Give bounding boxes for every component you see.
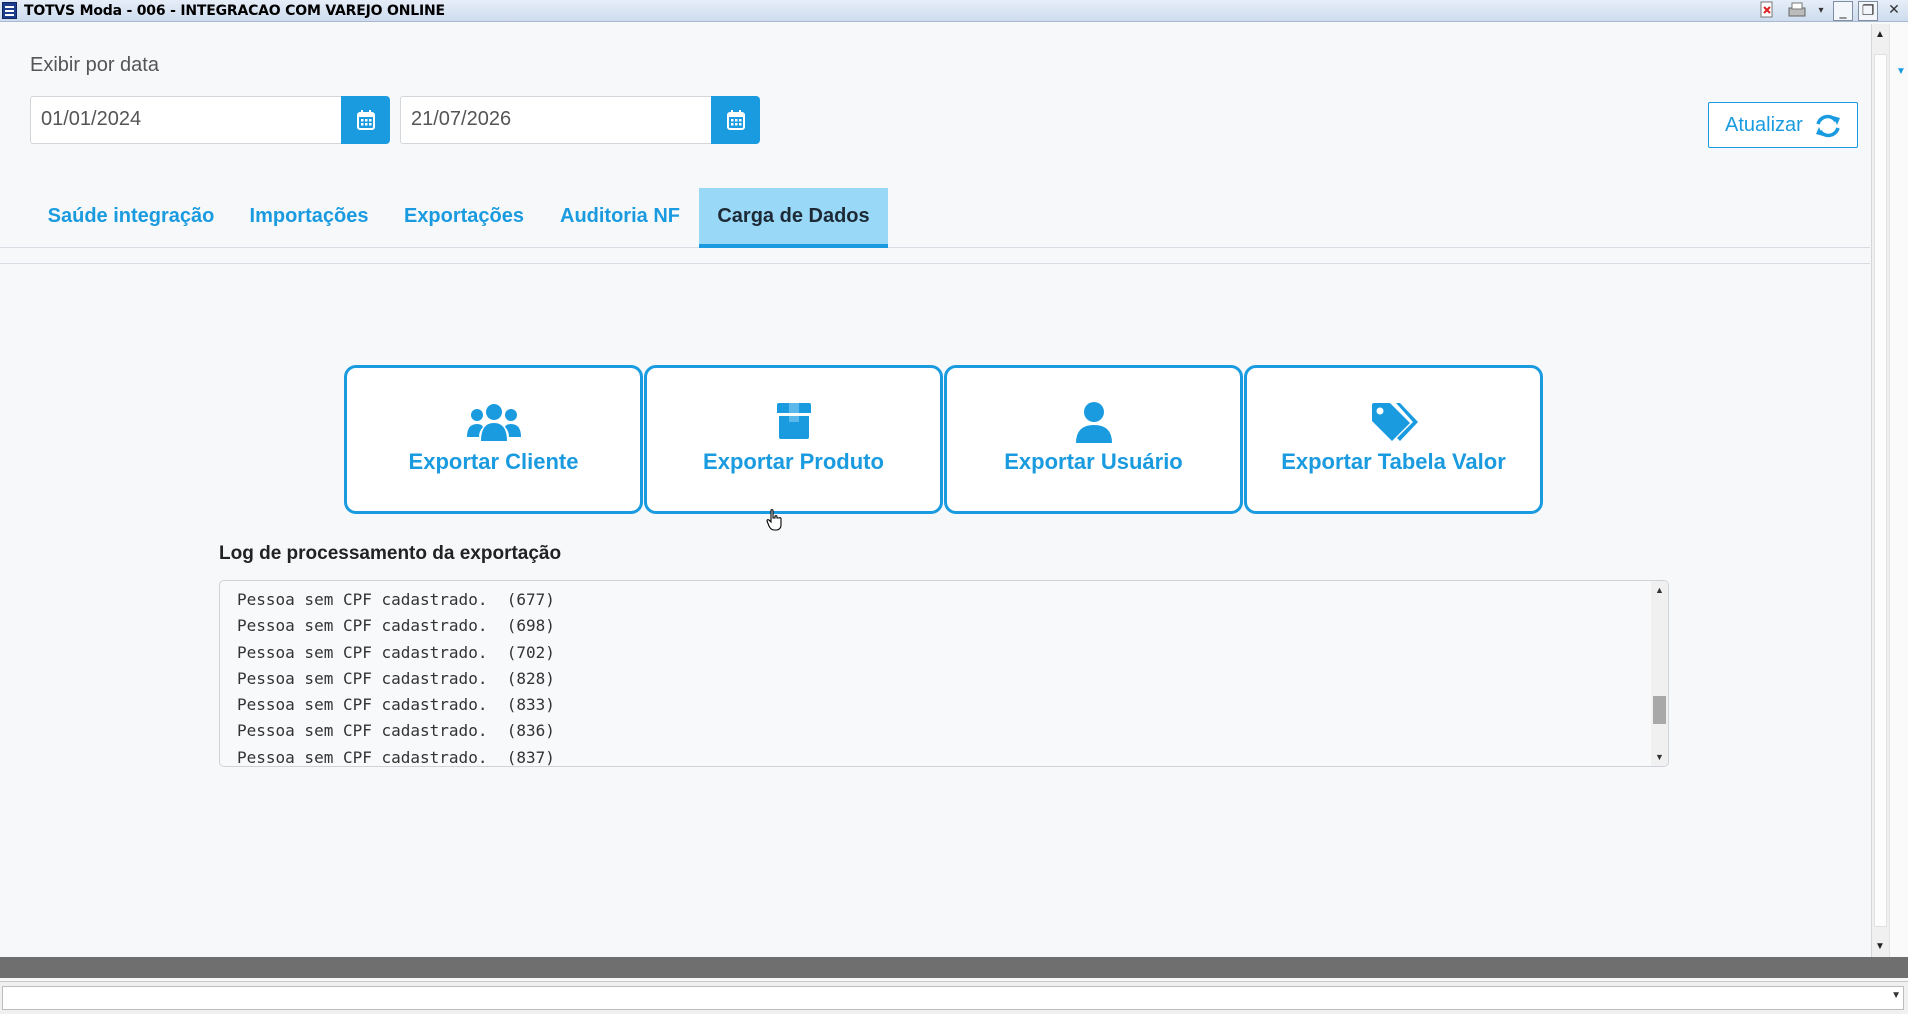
calendar-icon <box>727 110 745 130</box>
side-caret-icon[interactable]: ▼ <box>1896 66 1906 77</box>
app-icon <box>2 2 17 19</box>
log-line: Pessoa sem CPF cadastrado. (837) <box>237 747 555 767</box>
log-line: Pessoa sem CPF cadastrado. (836) <box>237 721 555 741</box>
end-date-input[interactable]: 21/07/2026 <box>400 96 712 144</box>
export-cliente-button[interactable]: Exportar Cliente <box>344 365 643 514</box>
export-tabela-valor-label: Exportar Tabela Valor <box>1281 449 1506 474</box>
calendar-icon <box>357 110 375 130</box>
export-cliente-label: Exportar Cliente <box>408 449 579 474</box>
export-produto-button[interactable]: Exportar Produto <box>644 365 943 514</box>
start-date-input[interactable]: 01/01/2024 <box>30 96 342 144</box>
tags-icon <box>1247 401 1540 445</box>
log-line: Pessoa sem CPF cadastrado. (702) <box>237 642 555 662</box>
minimize-button[interactable]: _ <box>1833 1 1853 21</box>
export-produto-label: Exportar Produto <box>703 449 884 474</box>
content-divider <box>0 263 1870 264</box>
log-line: Pessoa sem CPF cadastrado. (833) <box>237 695 555 715</box>
box-icon <box>647 401 940 445</box>
log-line: Pessoa sem CPF cadastrado. (677) <box>237 590 555 609</box>
end-date-calendar-button[interactable] <box>711 96 760 144</box>
hand-cursor-icon <box>766 509 784 536</box>
export-usuario-label: Exportar Usuário <box>1004 449 1183 474</box>
export-tabela-valor-button[interactable]: Exportar Tabela Valor <box>1244 365 1543 514</box>
log-scroll-up-icon[interactable]: ▲ <box>1655 585 1664 595</box>
log-scroll-thumb[interactable] <box>1653 696 1666 724</box>
tab-bar: Saúde integração Importações Exportações… <box>0 188 1870 248</box>
scroll-up-icon[interactable]: ▲ <box>1875 29 1885 40</box>
log-textarea[interactable]: Pessoa sem CPF cadastrado. (677) Pessoa … <box>219 580 1669 767</box>
tab-exportacoes[interactable]: Exportações <box>395 188 533 248</box>
users-icon <box>347 401 640 445</box>
refresh-label: Atualizar <box>1725 114 1803 136</box>
start-date-calendar-button[interactable] <box>341 96 390 144</box>
log-title: Log de processamento da exportação <box>219 543 562 564</box>
dropdown-arrow-icon[interactable]: ▾ <box>1815 1 1827 21</box>
chevron-down-icon[interactable]: ▼ <box>1891 990 1901 1001</box>
page-scroll-thumb[interactable] <box>1874 54 1887 927</box>
log-scrollbar[interactable]: ▲ ▼ <box>1651 581 1668 766</box>
date-filter-label: Exibir por data <box>30 54 159 76</box>
status-bar: ▼ <box>0 981 1908 1014</box>
tab-carga-de-dados[interactable]: Carga de Dados <box>699 188 888 248</box>
window-title: TOTVS Moda - 006 - INTEGRACAO COM VAREJO… <box>24 3 445 19</box>
refresh-icon <box>1816 114 1840 138</box>
side-panel-strip: ▼ <box>1889 24 1908 957</box>
window-title-bar: TOTVS Moda - 006 - INTEGRACAO COM VAREJO… <box>0 0 1908 22</box>
tab-importacoes[interactable]: Importações <box>237 188 381 248</box>
tab-saude-integracao[interactable]: Saúde integração <box>33 188 229 248</box>
document-icon[interactable] <box>1758 1 1776 21</box>
user-icon <box>947 401 1240 445</box>
printer-icon[interactable] <box>1786 1 1808 21</box>
restore-button[interactable]: ❐ <box>1858 1 1878 21</box>
log-line: Pessoa sem CPF cadastrado. (698) <box>237 616 555 636</box>
log-scroll-down-icon[interactable]: ▼ <box>1655 752 1664 762</box>
scroll-down-icon[interactable]: ▼ <box>1875 941 1885 952</box>
log-line: Pessoa sem CPF cadastrado. (828) <box>237 668 555 688</box>
bottom-divider-bar <box>0 957 1908 978</box>
export-usuario-button[interactable]: Exportar Usuário <box>944 365 1243 514</box>
status-combobox[interactable]: ▼ <box>2 986 1904 1010</box>
close-button[interactable]: ✕ <box>1884 1 1904 21</box>
tab-auditoria-nf[interactable]: Auditoria NF <box>546 188 694 248</box>
refresh-button[interactable]: Atualizar <box>1708 102 1858 148</box>
page-scrollbar[interactable]: ▲ ▼ <box>1871 24 1889 957</box>
